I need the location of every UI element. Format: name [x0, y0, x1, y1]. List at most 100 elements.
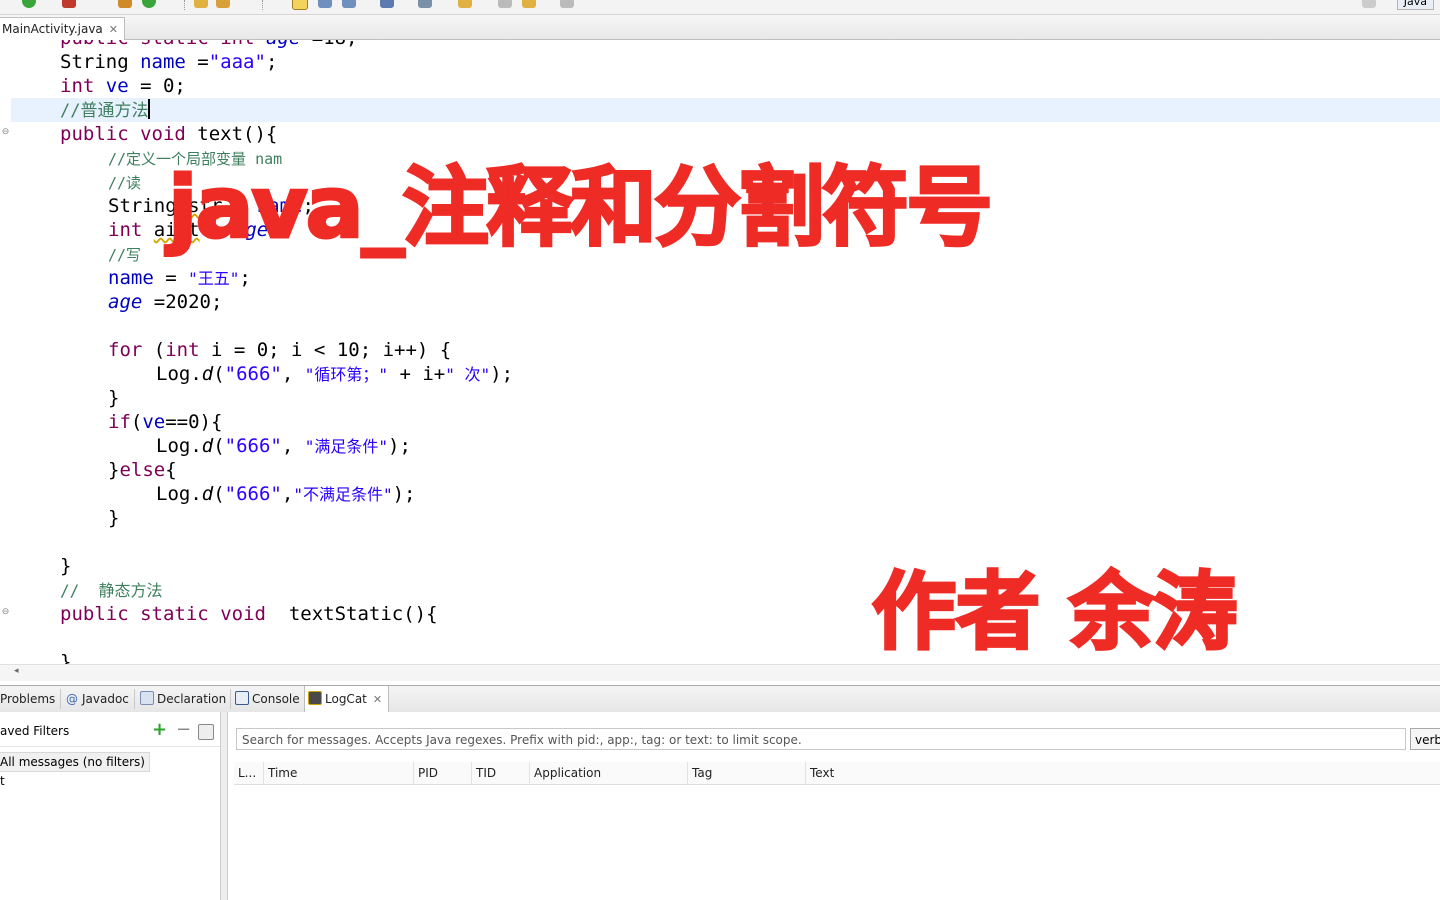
- column-header-text[interactable]: Text: [806, 762, 1440, 784]
- open-perspective-icon[interactable]: [1362, 0, 1376, 8]
- code-text: =18;: [300, 40, 358, 49]
- code-text: ;: [265, 51, 278, 73]
- code-line: }: [108, 386, 119, 410]
- code-text: ,: [281, 363, 305, 385]
- code-keyword: int: [60, 75, 95, 97]
- code-line: //读: [108, 170, 141, 194]
- logcat-search-input[interactable]: Search for messages. Accepts Java regexe…: [236, 728, 1406, 750]
- code-text: (: [213, 435, 225, 457]
- declaration-icon: [140, 691, 154, 705]
- code-editor[interactable]: ⊖ ⊖ public static int age =18; String na…: [0, 40, 1440, 664]
- tab-separator: [230, 689, 231, 709]
- current-line-highlight: [11, 98, 1440, 122]
- code-keyword: else: [119, 459, 166, 481]
- editor-horizontal-scrollbar[interactable]: ◂: [0, 664, 1440, 681]
- editor-tab-bar: MainActivity.java ✕: [0, 15, 1440, 40]
- code-keyword: public: [60, 123, 129, 145]
- pin-icon[interactable]: [458, 0, 472, 8]
- edit-filter-icon[interactable]: [198, 724, 214, 740]
- outline-icon[interactable]: [418, 0, 432, 8]
- code-text: {: [165, 459, 177, 481]
- tab-problems[interactable]: Problems: [0, 686, 55, 712]
- code-text: ,: [281, 435, 305, 457]
- tab-logcat[interactable]: LogCat ✕: [304, 686, 390, 712]
- code-line: String name ="aaa";: [60, 50, 277, 74]
- tab-separator: [134, 689, 135, 709]
- tab-mainactivity-java[interactable]: MainActivity.java ✕: [0, 17, 125, 40]
- code-field: ve: [142, 411, 166, 433]
- code-keyword: static: [140, 40, 209, 49]
- folder-icon[interactable]: [194, 0, 208, 8]
- remove-filter-icon[interactable]: −: [176, 720, 191, 740]
- code-line: }: [60, 650, 71, 664]
- run-icon[interactable]: [22, 0, 36, 8]
- code-field: name: [140, 51, 186, 73]
- code-keyword: public: [60, 603, 129, 625]
- tab-declaration[interactable]: Declaration: [140, 686, 226, 712]
- code-text: =: [153, 267, 189, 289]
- code-line: //普通方法: [60, 98, 151, 122]
- code-keyword: int: [220, 40, 254, 49]
- column-header-tag[interactable]: Tag: [688, 762, 806, 784]
- code-class: Log.: [156, 483, 202, 505]
- code-line: //写: [108, 242, 141, 266]
- copy-icon[interactable]: [318, 0, 332, 8]
- back-icon[interactable]: [498, 0, 512, 8]
- console-icon: [235, 691, 249, 705]
- code-text: );: [392, 483, 416, 505]
- code-keyword: if: [108, 411, 131, 433]
- code-line: for (int i = 0; i < 10; i++) {: [108, 338, 451, 362]
- code-keyword: static: [140, 603, 209, 625]
- code-line: public static int age =18;: [60, 40, 358, 50]
- close-tab-icon[interactable]: ✕: [373, 693, 382, 706]
- tab-javadoc[interactable]: @ Javadoc: [66, 686, 129, 712]
- open-icon[interactable]: [142, 0, 156, 8]
- code-line: Log.d("666","不满足条件");: [156, 482, 416, 506]
- code-method: d: [201, 435, 214, 457]
- add-filter-icon[interactable]: +: [152, 720, 167, 740]
- filter-all-messages[interactable]: All messages (no filters): [0, 752, 150, 772]
- forward-icon[interactable]: [560, 0, 574, 8]
- column-header-time[interactable]: Time: [264, 762, 414, 784]
- code-line: if(ve==0){: [108, 410, 222, 434]
- code-keyword: public: [60, 40, 129, 49]
- new-icon[interactable]: [118, 0, 132, 8]
- scroll-left-icon[interactable]: ◂: [14, 666, 19, 676]
- java-perspective-button[interactable]: Java: [1396, 0, 1434, 10]
- code-line: public void text(){: [60, 122, 277, 146]
- last-edit-icon[interactable]: [522, 0, 536, 8]
- code-text: =2020;: [142, 291, 223, 313]
- code-line: public static void textStatic(){: [60, 602, 438, 626]
- tool-icon[interactable]: [216, 0, 230, 8]
- column-header-tid[interactable]: TID: [472, 762, 530, 784]
- fold-toggle-icon[interactable]: ⊖: [1, 128, 10, 137]
- edit-icon[interactable]: [292, 0, 308, 10]
- toolbar-separator: [184, 0, 186, 10]
- code-text: (: [213, 483, 225, 505]
- column-header-application[interactable]: Application: [530, 762, 688, 784]
- code-text: + i+: [388, 363, 446, 385]
- code-text: ,: [281, 483, 294, 505]
- tab-label: Problems: [0, 692, 56, 706]
- column-header-pid[interactable]: PID: [414, 762, 472, 784]
- pane-splitter[interactable]: [221, 712, 228, 900]
- tab-label: Console: [252, 692, 300, 706]
- code-string: " 次": [445, 365, 491, 384]
- search-icon[interactable]: [380, 0, 394, 8]
- code-field: age: [266, 40, 300, 49]
- fold-toggle-icon[interactable]: ⊖: [1, 608, 10, 617]
- code-field: name: [108, 267, 154, 289]
- column-header-level[interactable]: L...: [234, 762, 264, 784]
- log-level-select[interactable]: verb: [1410, 728, 1440, 750]
- code-method: d: [201, 483, 214, 505]
- close-tab-icon[interactable]: ✕: [109, 23, 118, 36]
- code-text: = 0;: [128, 75, 186, 97]
- filter-item[interactable]: t: [0, 774, 5, 788]
- paste-icon[interactable]: [342, 0, 356, 8]
- tab-console[interactable]: Console: [235, 686, 300, 712]
- debug-icon[interactable]: [62, 0, 76, 8]
- code-class: Log.: [156, 363, 202, 385]
- code-string: "666": [224, 435, 282, 457]
- code-line: int ve = 0;: [60, 74, 186, 98]
- code-text: }: [108, 507, 120, 529]
